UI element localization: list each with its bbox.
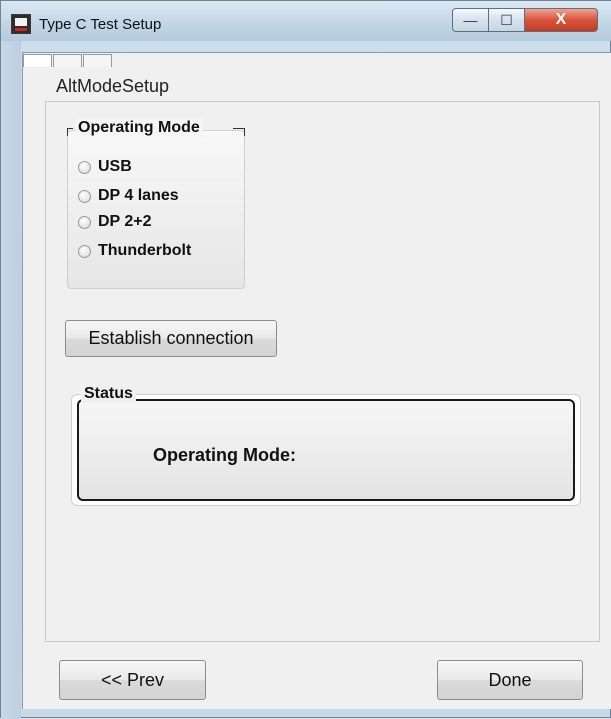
radio-usb[interactable]: USB bbox=[78, 158, 132, 176]
done-button[interactable]: Done bbox=[437, 660, 583, 700]
group-border-line bbox=[244, 128, 245, 136]
radio-dp-2-2[interactable]: DP 2+2 bbox=[78, 213, 152, 231]
caption-buttons: — ☐ X bbox=[452, 8, 601, 34]
operating-mode-status-label: Operating Mode: bbox=[153, 445, 296, 465]
maximize-button[interactable]: ☐ bbox=[489, 8, 525, 32]
tab-page-label: AltModeSetup bbox=[56, 76, 170, 96]
title-bar[interactable]: Type C Test Setup — ☐ X bbox=[1, 1, 611, 41]
operating-mode-group bbox=[67, 130, 245, 289]
radio-circle[interactable] bbox=[78, 160, 91, 174]
operating-mode-group-title: Operating Mode bbox=[75, 119, 203, 137]
radio-label: DP 4 lanes bbox=[98, 187, 179, 204]
establish-connection-button[interactable]: Establish connection bbox=[65, 320, 277, 357]
minimize-button[interactable]: — bbox=[452, 8, 489, 32]
app-window: Type C Test Setup — ☐ X AltModeSetup Ope… bbox=[0, 0, 611, 719]
radio-thunderbolt[interactable]: Thunderbolt bbox=[78, 242, 191, 260]
minimize-icon: — bbox=[463, 12, 478, 28]
radio-label: USB bbox=[98, 158, 132, 175]
radio-label: DP 2+2 bbox=[98, 213, 152, 230]
radio-dp-4-lanes[interactable]: DP 4 lanes bbox=[78, 187, 179, 205]
radio-label: Thunderbolt bbox=[98, 242, 192, 259]
tab-2[interactable] bbox=[53, 54, 82, 67]
window-left-edge bbox=[1, 41, 21, 719]
group-border-line bbox=[67, 128, 68, 136]
window-title: Type C Test Setup bbox=[39, 16, 162, 33]
status-group-title: Status bbox=[81, 385, 136, 403]
tab-3[interactable] bbox=[83, 54, 112, 67]
close-button[interactable]: X bbox=[525, 8, 598, 32]
tab-altmodesetup[interactable] bbox=[23, 54, 52, 67]
radio-circle[interactable] bbox=[78, 215, 91, 229]
radio-circle[interactable] bbox=[78, 244, 91, 258]
prev-button[interactable]: << Prev bbox=[59, 660, 206, 700]
close-icon: X bbox=[555, 11, 567, 28]
tab-strip bbox=[23, 54, 113, 68]
maximize-icon: ☐ bbox=[500, 11, 513, 28]
status-panel bbox=[77, 399, 575, 501]
app-icon bbox=[11, 14, 31, 34]
radio-circle[interactable] bbox=[78, 189, 91, 203]
